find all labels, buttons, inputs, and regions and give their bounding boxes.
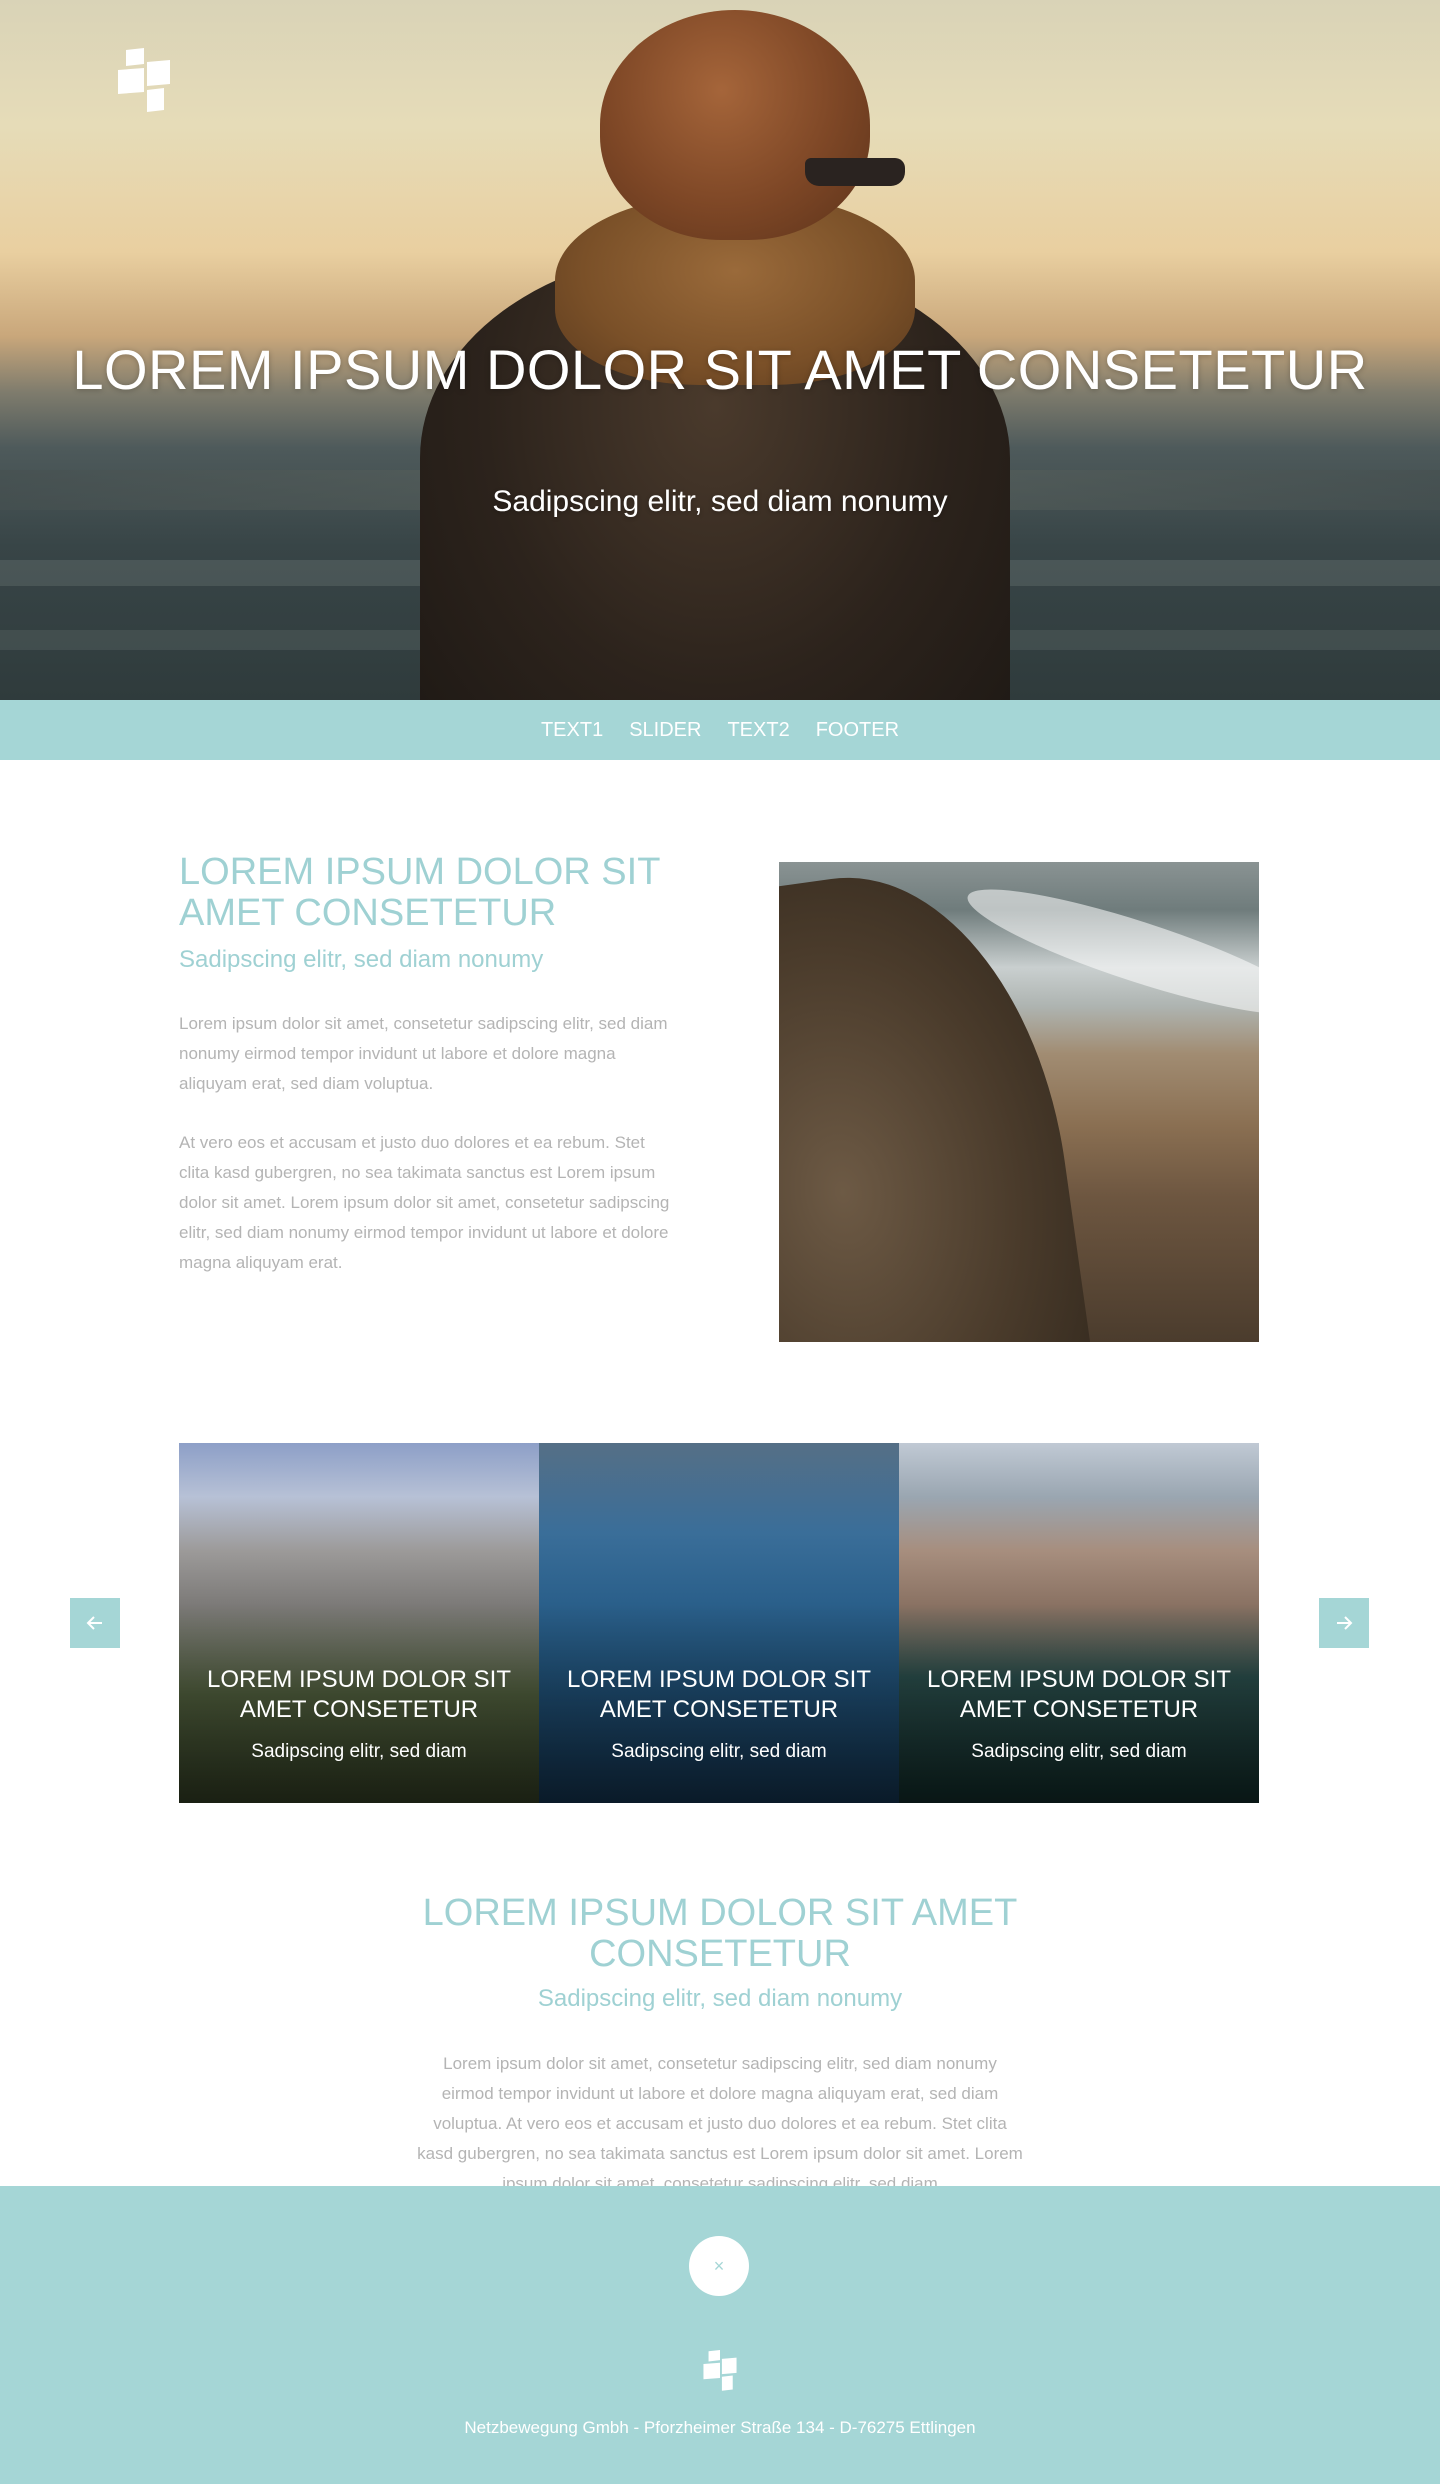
slide-subtitle: Sadipscing elitr, sed diam bbox=[251, 1741, 467, 1762]
slider-prev-button[interactable] bbox=[70, 1598, 120, 1648]
nav-item-text2[interactable]: TEXT2 bbox=[714, 719, 802, 742]
main-nav: TEXT1 SLIDER TEXT2 FOOTER bbox=[0, 700, 1440, 760]
arrow-right-icon bbox=[1337, 1616, 1353, 1630]
slide-title: LOREM IPSUM DOLOR SIT AMET CONSETETUR bbox=[566, 1666, 872, 1723]
blocks-logo-icon[interactable] bbox=[118, 48, 170, 119]
hero-section: LOREM IPSUM DOLOR SIT AMET CONSETETUR Sa… bbox=[0, 0, 1440, 700]
arrow-left-icon bbox=[86, 1616, 102, 1630]
footer: × Netzbewegung Gmbh - Pforzheimer Straße… bbox=[0, 2186, 1440, 2484]
hero-person-sunglasses bbox=[805, 158, 905, 186]
close-button[interactable]: × bbox=[689, 2236, 749, 2296]
slide-subtitle: Sadipscing elitr, sed diam bbox=[971, 1741, 1187, 1762]
blocks-logo-icon[interactable] bbox=[703, 2350, 737, 2397]
nav-item-slider[interactable]: SLIDER bbox=[616, 719, 714, 742]
image-slider: LOREM IPSUM DOLOR SIT AMET CONSETETUR Sa… bbox=[179, 1443, 1259, 1803]
text1-paragraph: Lorem ipsum dolor sit amet, consetetur s… bbox=[179, 1014, 668, 1093]
text2-subtitle: Sadipscing elitr, sed diam nonumy bbox=[537, 1985, 903, 2012]
beach-cliff-image bbox=[779, 862, 1259, 1342]
text2-paragraph: Lorem ipsum dolor sit amet, consetetur s… bbox=[417, 2054, 1023, 2187]
text1-paragraph: At vero eos et accusam et justo duo dolo… bbox=[179, 1133, 670, 1272]
slider-next-button[interactable] bbox=[1319, 1598, 1369, 1648]
text1-title: LOREM IPSUM DOLOR SIT AMET CONSETETUR bbox=[179, 851, 660, 934]
slide-wave[interactable]: LOREM IPSUM DOLOR SIT AMET CONSETETUR Sa… bbox=[539, 1443, 899, 1803]
nav-item-text1[interactable]: TEXT1 bbox=[528, 719, 616, 742]
nav-item-footer[interactable]: FOOTER bbox=[803, 719, 912, 742]
hero-title: LOREM IPSUM DOLOR SIT AMET CONSETETUR bbox=[72, 338, 1368, 401]
slide-coast[interactable]: LOREM IPSUM DOLOR SIT AMET CONSETETUR Sa… bbox=[899, 1443, 1259, 1803]
slide-title: LOREM IPSUM DOLOR SIT AMET CONSETETUR bbox=[926, 1666, 1232, 1723]
slide-mountain[interactable]: LOREM IPSUM DOLOR SIT AMET CONSETETUR Sa… bbox=[179, 1443, 539, 1803]
hero-subtitle: Sadipscing elitr, sed diam nonumy bbox=[492, 485, 948, 518]
slide-subtitle: Sadipscing elitr, sed diam bbox=[611, 1741, 827, 1762]
footer-address: Netzbewegung Gmbh - Pforzheimer Straße 1… bbox=[464, 2418, 976, 2437]
slide-title: LOREM IPSUM DOLOR SIT AMET CONSETETUR bbox=[206, 1666, 512, 1723]
text1-subtitle: Sadipscing elitr, sed diam nonumy bbox=[179, 946, 544, 973]
text2-title: LOREM IPSUM DOLOR SIT AMET CONSETETUR bbox=[422, 1892, 1018, 1975]
hero-person-head bbox=[600, 10, 870, 240]
